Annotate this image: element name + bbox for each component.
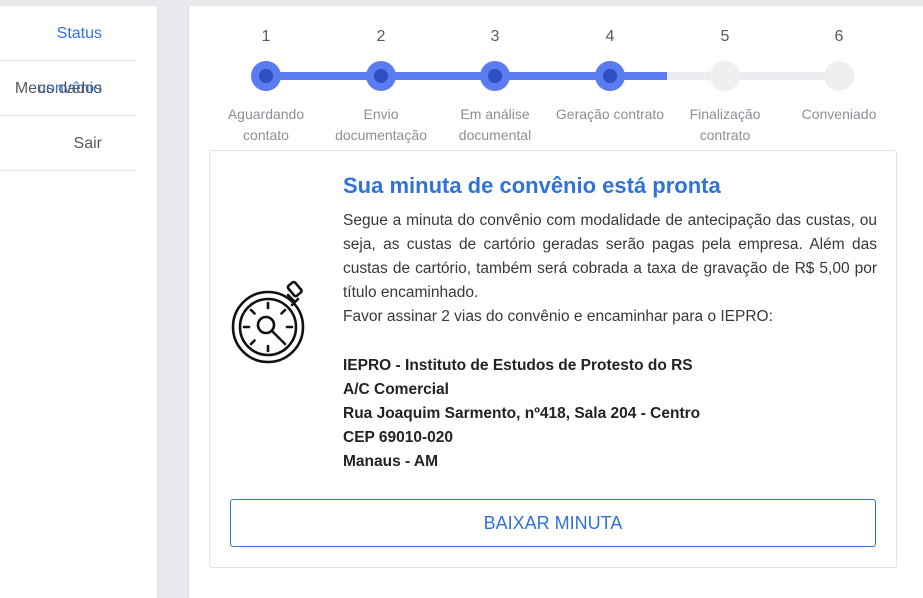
address-line-4: CEP 69010-020 (343, 429, 454, 446)
step-number-2: 2 (376, 28, 386, 45)
step-label-2-line1: Envio (363, 106, 399, 122)
mailing-address: IEPRO - Instituto de Estudos de Protesto… (343, 354, 700, 474)
stopwatch-search-icon (230, 279, 310, 369)
step-label-5: Finalização contrato (665, 104, 785, 146)
card-description: Segue a minuta do convênio com modalidad… (343, 209, 877, 329)
step-label-2-line2: documentação (335, 127, 427, 143)
address-line-1: IEPRO - Instituto de Estudos de Protesto… (343, 357, 693, 374)
step-label-2: Envio documentação (321, 104, 441, 146)
download-contract-button[interactable]: BAIXAR MINUTA (230, 499, 876, 547)
step-label-3-line2: documental (458, 127, 532, 143)
main-panel: 1 2 3 4 5 6 Aguardando contato Envio doc… (189, 6, 923, 598)
progress-stepper: 1 2 3 4 5 6 Aguardando contato Envio doc… (209, 20, 896, 150)
sidebar-item-meus-dados[interactable]: Meus dados (0, 61, 137, 116)
address-line-5: Manaus - AM (343, 453, 439, 470)
step-dot-3 (480, 61, 510, 91)
sidebar: Status convênio Meus dados Sair (0, 6, 157, 598)
contract-ready-card: Sua minuta de convênio está pronta Segue… (209, 150, 897, 568)
description-paragraph: Segue a minuta do convênio com modalidad… (343, 212, 877, 301)
address-line-3: Rua Joaquim Sarmento, nº418, Sala 204 - … (343, 405, 701, 422)
sidebar-item-status-convenio[interactable]: Status convênio (0, 6, 137, 97)
step-label-6-line1: Conveniado (801, 106, 877, 122)
step-label-1-line1: Aguardando (227, 106, 305, 122)
step-label-5-line2: contrato (699, 127, 751, 143)
step-dot-1 (251, 61, 281, 91)
address-line-2: A/C Comercial (343, 381, 449, 398)
step-number-1: 1 (261, 28, 271, 45)
step-number-3: 3 (490, 28, 500, 45)
step-dot-5 (710, 61, 740, 91)
step-label-6: Conveniado (779, 104, 899, 125)
card-title: Sua minuta de convênio está pronta (343, 173, 721, 198)
step-dot-2 (366, 61, 396, 91)
step-label-4-line1: Geração contrato (555, 106, 665, 122)
step-dot-6 (824, 61, 854, 91)
step-label-4: Geração contrato (550, 104, 670, 125)
step-label-5-line1: Finalização (689, 106, 761, 122)
step-number-6: 6 (834, 28, 844, 45)
signature-instruction: Favor assinar 2 vias do convênio e encam… (343, 308, 773, 325)
step-dot-4 (595, 61, 625, 91)
step-label-3-line1: Em análise (460, 106, 530, 122)
step-number-5: 5 (720, 28, 730, 45)
step-label-3: Em análise documental (435, 104, 555, 146)
step-number-4: 4 (605, 28, 615, 45)
step-label-1-line2: contato (243, 127, 289, 143)
step-label-1: Aguardando contato (206, 104, 326, 146)
sidebar-item-sair[interactable]: Sair (0, 116, 137, 171)
